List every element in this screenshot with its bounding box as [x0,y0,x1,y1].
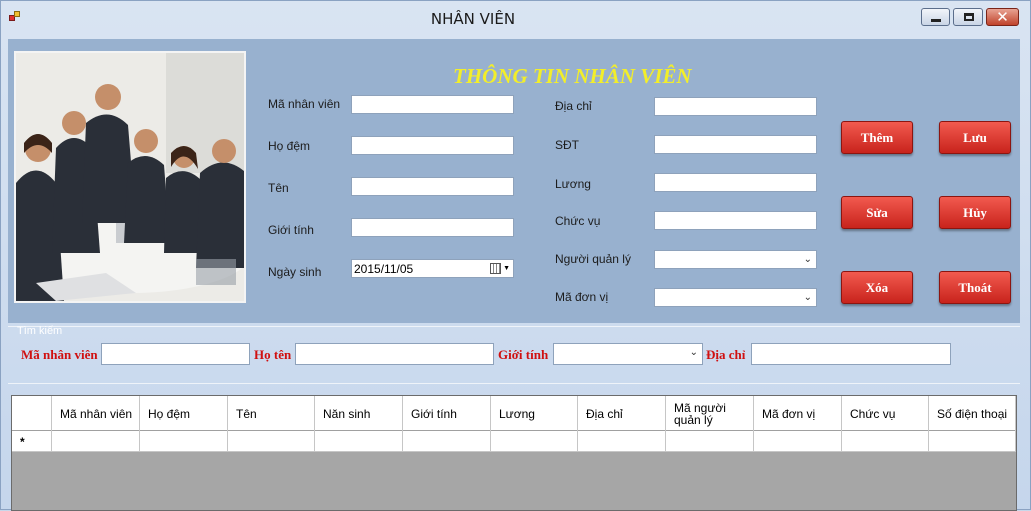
delete-button[interactable]: Xóa [841,271,913,304]
close-icon: ✕ [996,8,1009,26]
search-address-input[interactable] [751,343,951,365]
salary-label: Lương [555,177,591,191]
gender-input[interactable] [351,218,514,237]
first-name-input[interactable] [351,177,514,196]
cancel-button[interactable]: Hủy [939,196,1011,229]
column-header[interactable]: Số điện thoại [929,396,1016,431]
exit-button[interactable]: Thoát [939,271,1011,304]
window-title: NHÂN VIÊN [430,10,516,28]
employee-info-panel: THÔNG TIN NHÂN VIÊN Mã nhân viên Họ đệm … [8,39,1020,323]
manager-label: Người quản lý [555,252,631,266]
maximize-button[interactable] [953,8,983,26]
grid-cell[interactable] [929,431,1016,452]
maximize-icon [964,13,974,21]
search-group: Tìm kiếm Mã nhân viên Họ tên Giới tính ⌄… [8,325,1020,370]
birth-date-value: 2015/11/05 [354,262,414,276]
employee-team-photo [14,51,246,303]
column-header[interactable]: Mã người quản lý [666,396,754,431]
minimize-icon [931,19,941,22]
grid-header: Mã nhân viên Họ đệm Tên Năn sinh Giới tí… [12,396,1016,431]
search-employee-id-input[interactable] [101,343,250,365]
add-button[interactable]: Thêm [841,121,913,154]
search-address-label: Địa chỉ [706,347,746,362]
column-header[interactable]: Lương [491,396,578,431]
grid-cell[interactable] [578,431,666,452]
gender-label: Giới tính [268,223,314,237]
grid-cell[interactable] [228,431,315,452]
search-employee-id-label: Mã nhân viên [21,347,98,362]
grid-cell[interactable] [52,431,140,452]
search-gender-select[interactable]: ⌄ [553,343,703,365]
divider [8,326,1020,327]
column-header[interactable]: Giới tính [403,396,491,431]
unit-id-label: Mã đơn vị [555,290,609,304]
phone-input[interactable] [654,135,817,154]
column-header[interactable]: Mã nhân viên [52,396,140,431]
employee-id-label: Mã nhân viên [268,97,341,111]
grid-cell[interactable] [666,431,754,452]
form-heading: THÔNG TIN NHÂN VIÊN [453,64,692,88]
minimize-button[interactable] [921,8,950,26]
employee-grid[interactable]: Mã nhân viên Họ đệm Tên Năn sinh Giới tí… [11,395,1017,511]
calendar-icon [490,263,501,274]
middle-name-input[interactable] [351,136,514,155]
chevron-down-icon: ⌄ [803,254,812,265]
edit-button[interactable]: Sửa [841,196,913,229]
salary-input[interactable] [654,173,817,192]
column-header[interactable]: Họ đệm [140,396,228,431]
employee-id-input[interactable] [351,95,514,114]
unit-id-select[interactable]: ⌄ [654,288,817,307]
birth-date-picker[interactable]: 2015/11/05 ▼ [351,259,514,278]
column-header[interactable]: Chức vụ [842,396,929,431]
column-header[interactable]: Địa chỉ [578,396,666,431]
address-label: Địa chỉ [555,99,592,113]
chevron-down-icon: ⌄ [689,347,698,358]
divider [8,383,1020,384]
first-name-label: Tên [268,181,289,195]
grid-cell[interactable] [754,431,842,452]
save-button[interactable]: Lưu [939,121,1011,154]
grid-cell[interactable] [491,431,578,452]
manager-select[interactable]: ⌄ [654,250,817,269]
close-button[interactable]: ✕ [986,8,1019,26]
position-label: Chức vụ [555,214,601,228]
grid-cell[interactable] [842,431,929,452]
column-header[interactable]: Tên [228,396,315,431]
phone-label: SĐT [555,138,579,152]
search-gender-label: Giới tính [498,347,549,362]
search-fullname-input[interactable] [295,343,494,365]
chevron-down-icon: ⌄ [803,292,812,303]
main-window: NHÂN VIÊN ✕ THÔNG TIN NHÂN VIÊN Mã nhân … [0,0,1031,511]
column-header[interactable]: Năn sinh [315,396,403,431]
search-legend: Tìm kiếm [17,325,63,337]
address-input[interactable] [654,97,817,116]
title-bar: NHÂN VIÊN ✕ [1,1,1031,35]
birth-date-label: Ngày sinh [268,265,322,279]
position-input[interactable] [654,211,817,230]
row-header[interactable]: * [12,431,52,452]
middle-name-label: Họ đệm [268,139,311,153]
grid-cell[interactable] [403,431,491,452]
grid-cell[interactable] [140,431,228,452]
search-fullname-label: Họ tên [254,347,292,362]
dropdown-arrow-icon: ▼ [503,265,510,272]
grid-cell[interactable] [315,431,403,452]
new-row[interactable]: * [12,431,1016,452]
column-header[interactable]: Mã đơn vị [754,396,842,431]
new-row-marker: * [20,435,25,449]
row-header-corner [12,396,52,431]
